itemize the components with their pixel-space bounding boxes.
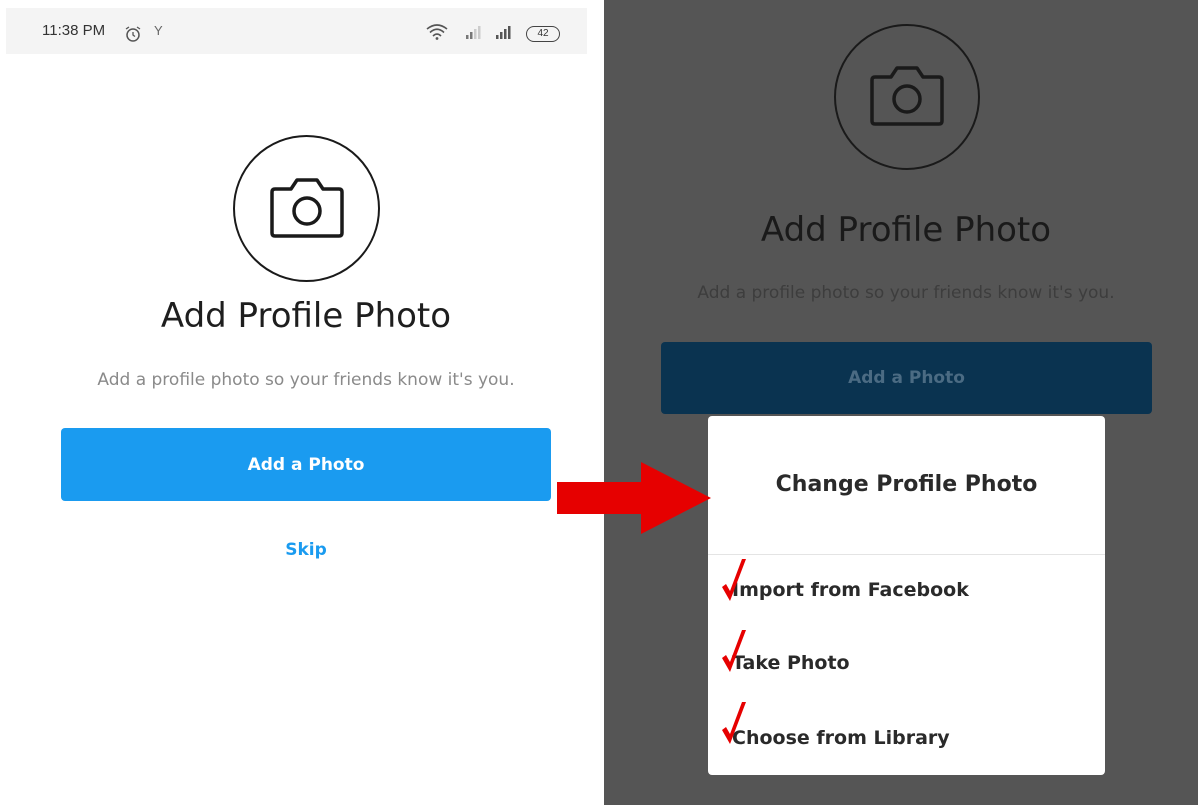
page-title: Add Profile Photo [160,296,452,336]
camera-icon [869,63,945,131]
right-screen: Add Profile Photo Add a profile photo so… [604,0,1198,805]
signal-icon [494,24,516,44]
checkmark-icon [720,700,748,751]
dialog-divider [708,554,1105,555]
battery-indicator: 42 [526,26,560,42]
page-subtitle: Add a profile photo so your friends know… [97,370,515,390]
option-take-photo[interactable]: Take Photo [722,630,850,674]
option-label: Import from Facebook [732,579,969,601]
add-photo-button-dimmed: Add a Photo [661,342,1152,414]
red-arrow-icon [557,462,711,538]
alarm-icon [124,26,142,46]
status-bar: 11:38 PM Y 42 [6,8,587,54]
checkmark-icon [720,557,748,608]
option-choose-from-library[interactable]: Choose from Library [722,702,950,749]
profile-photo-circle-dimmed [834,24,980,170]
left-screen: 11:38 PM Y 42 Add Profile Photo Add a pr… [0,0,604,805]
page-subtitle-dimmed: Add a profile photo so your friends know… [697,283,1115,303]
option-label: Choose from Library [732,727,950,749]
profile-photo-circle[interactable] [233,135,380,282]
skip-link[interactable]: Skip [0,540,612,560]
option-label: Take Photo [732,652,850,674]
camera-icon [269,175,345,243]
checkmark-icon [720,628,748,679]
page-title-dimmed: Add Profile Photo [760,210,1052,250]
carrier-indicator: Y [154,23,163,38]
wifi-icon [426,24,448,44]
status-time: 11:38 PM [42,22,106,39]
add-photo-button[interactable]: Add a Photo [61,428,551,501]
dialog-title: Change Profile Photo [775,472,1038,497]
status-right-icons: 42 [426,24,560,44]
signal-4g-icon [458,24,484,44]
option-import-from-facebook[interactable]: Import from Facebook [722,559,969,601]
change-profile-photo-dialog: Change Profile Photo Import from Faceboo… [708,416,1105,775]
